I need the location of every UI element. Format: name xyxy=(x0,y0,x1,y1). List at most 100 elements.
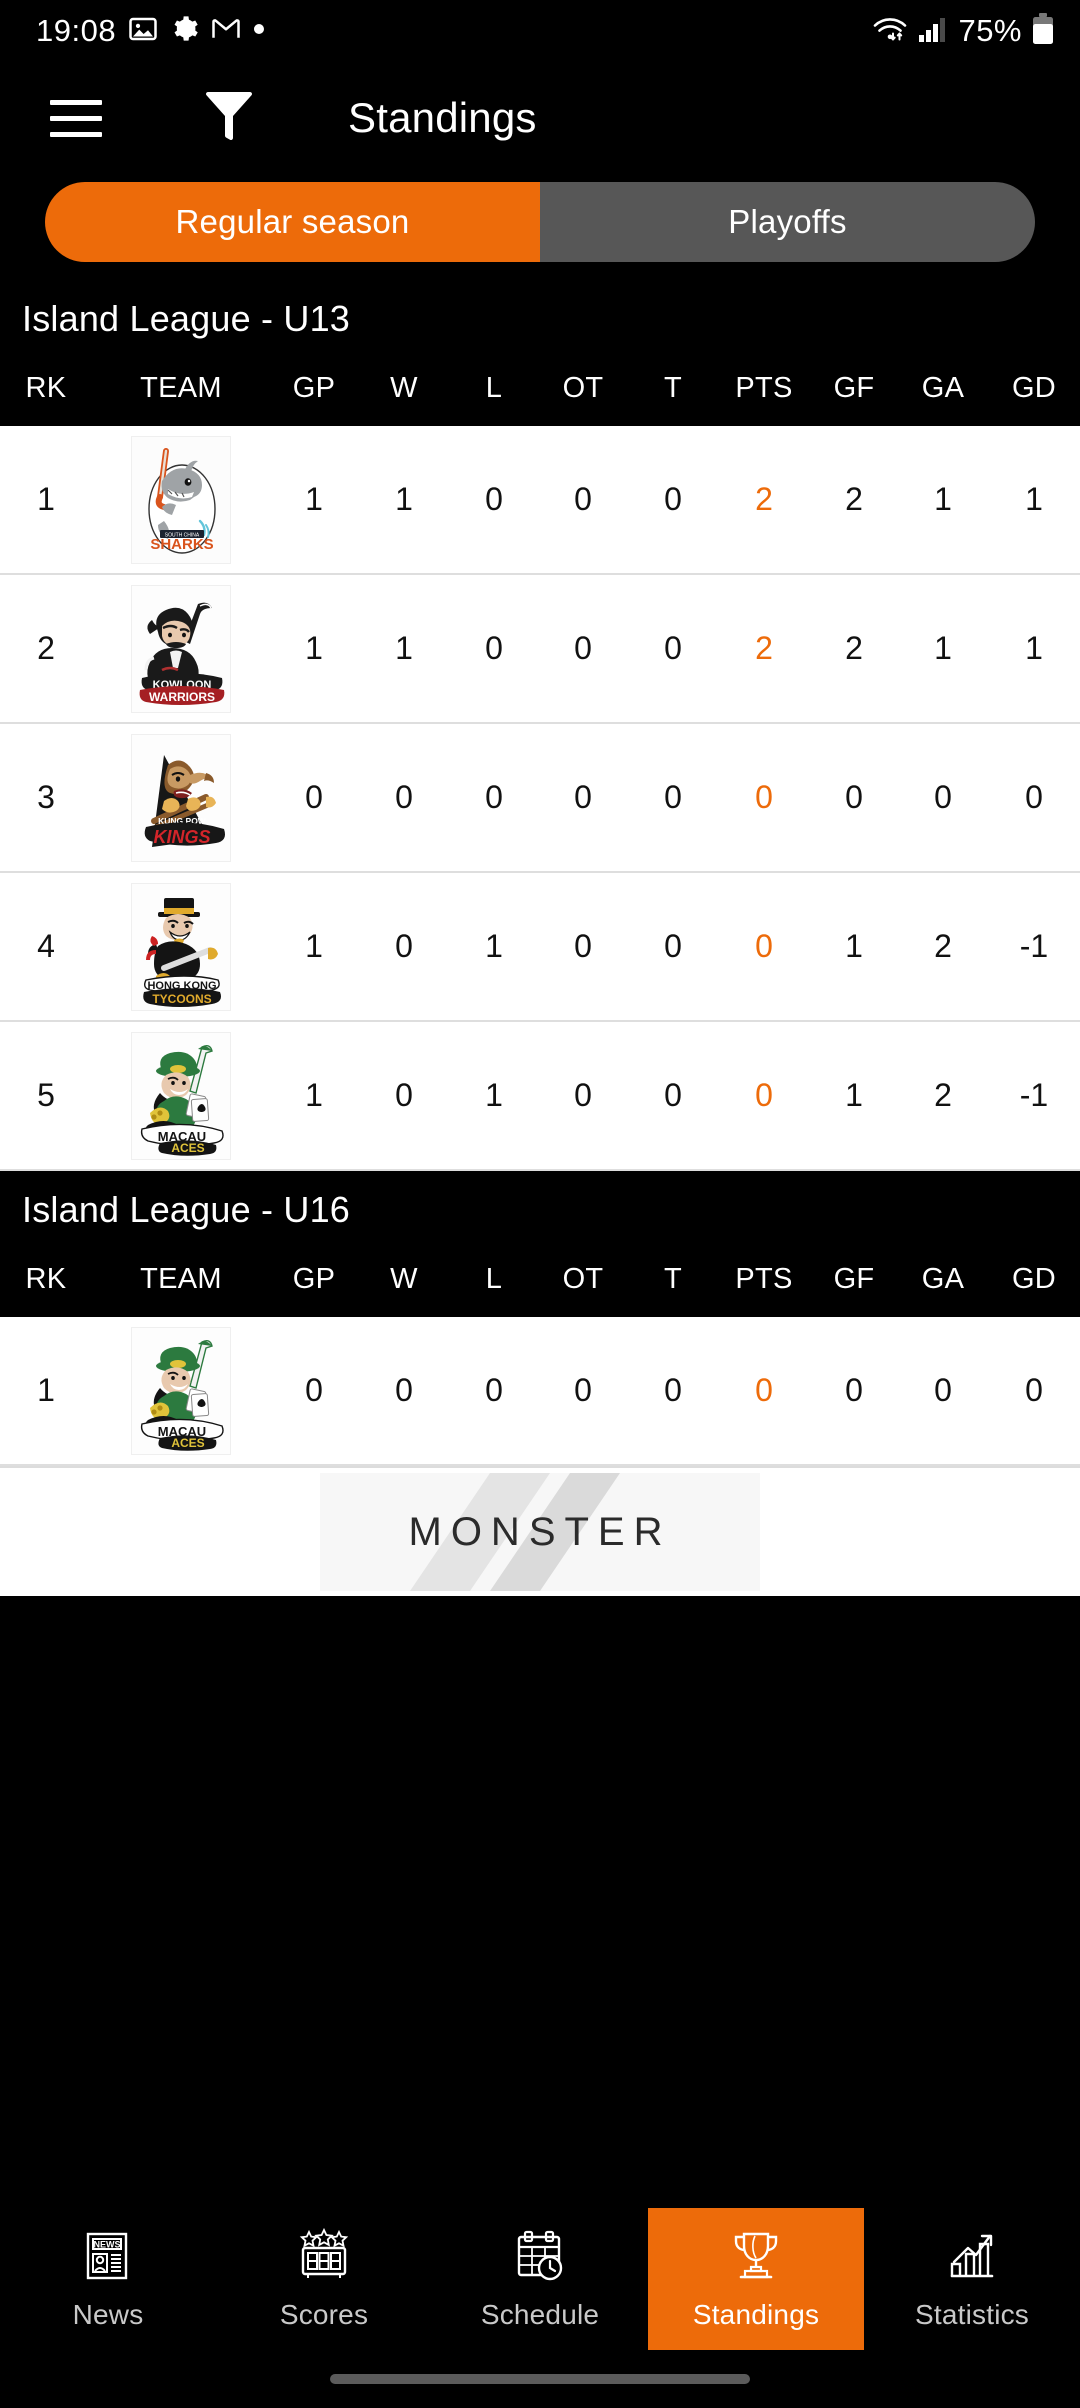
nav-label-news: News xyxy=(72,2298,144,2330)
row-gd: 1 xyxy=(1025,630,1043,666)
row-w: 1 xyxy=(395,481,413,517)
column-header-t: T xyxy=(663,1262,682,1295)
row-gp: 1 xyxy=(305,630,323,666)
row-t: 0 xyxy=(664,779,682,815)
row-pts: 2 xyxy=(755,481,773,517)
column-header-ot: OT xyxy=(562,1262,604,1295)
row-w: 0 xyxy=(395,928,413,964)
funnel-filter-icon[interactable] xyxy=(202,88,256,149)
gesture-handle xyxy=(330,2374,750,2384)
nav-item-scores[interactable]: Scores xyxy=(216,2208,432,2350)
column-header-gf: GF xyxy=(833,371,875,404)
row-ot: 0 xyxy=(574,1372,592,1408)
row-l: 1 xyxy=(485,1077,503,1113)
column-header-l: L xyxy=(485,1262,503,1295)
row-ot: 0 xyxy=(574,481,592,517)
column-header-row: RK TEAM GP W L OT T PTS GF GA GD xyxy=(0,350,1080,426)
team-cell: SOUTH CHINA SHARKS xyxy=(92,435,270,564)
column-header-row: RK TEAM GP W L OT T PTS GF GA GD xyxy=(0,1241,1080,1317)
nav-label-schedule: Schedule xyxy=(480,2298,600,2330)
row-gd: 0 xyxy=(1025,1372,1043,1408)
wifi-icon xyxy=(872,14,908,49)
table-row[interactable]: 5 MACAU ACES 1 0 1 0 0 0 1 2 -1 xyxy=(0,1022,1080,1171)
row-l: 0 xyxy=(485,481,503,517)
page-title: Standings xyxy=(348,94,537,141)
bar-chart-icon xyxy=(944,2228,1000,2289)
battery-percent-label: 75% xyxy=(958,13,1022,48)
table-row[interactable]: 1 xyxy=(0,426,1080,575)
svg-text:NEWS: NEWS xyxy=(94,2239,121,2249)
tab-regular-season[interactable]: Regular season xyxy=(45,182,540,262)
row-gf: 0 xyxy=(845,1372,863,1408)
app-root: 19:08 75% Standings Regular season Playo… xyxy=(0,0,1080,2408)
row-gp: 0 xyxy=(305,1372,323,1408)
row-t: 0 xyxy=(664,1372,682,1408)
column-header-pts: PTS xyxy=(735,371,793,404)
row-gf: 1 xyxy=(845,1077,863,1113)
row-gd: 0 xyxy=(1025,779,1043,815)
table-row[interactable]: 2 KOWLOON WARRIORS 1 1 0 0 0 2 2 1 1 xyxy=(0,575,1080,724)
standings-rows-u13: 1 SOUTH CHINA SHARKS 1 1 0 0 0 2 2 1 1 2… xyxy=(0,426,1080,1171)
status-bar-right: 75% xyxy=(872,12,1054,50)
row-t: 0 xyxy=(664,630,682,666)
league-section-u13: Island League - U13 RK TEAM GP W L OT T … xyxy=(0,280,1080,426)
system-gesture-bar[interactable] xyxy=(0,2350,1080,2408)
column-header-w: W xyxy=(390,371,418,404)
column-header-ga: GA xyxy=(921,371,965,404)
row-w: 1 xyxy=(395,630,413,666)
svg-text:TYCOONS: TYCOONS xyxy=(152,992,211,1006)
row-l: 0 xyxy=(485,630,503,666)
gmail-icon xyxy=(211,14,241,49)
svg-text:ACES: ACES xyxy=(171,1141,204,1155)
nav-label-statistics: Statistics xyxy=(914,2298,1030,2330)
row-ga: 1 xyxy=(934,630,952,666)
nav-label-standings: Standings xyxy=(692,2298,820,2330)
league-title: Island League - U16 xyxy=(22,1189,351,1230)
row-gd: -1 xyxy=(1019,928,1049,964)
nav-item-news[interactable]: NEWS News xyxy=(0,2208,216,2350)
ad-brand-label: MONSTER xyxy=(408,1509,672,1554)
app-bar: Standings xyxy=(0,62,1080,174)
ad-container: MONSTER xyxy=(0,1466,1080,1596)
row-w: 0 xyxy=(395,1372,413,1408)
nav-item-standings[interactable]: Standings xyxy=(648,2208,864,2350)
season-type-switcher: Regular season Playoffs xyxy=(0,174,1080,280)
table-row[interactable]: 4 HONG KONG TYCOONS 1 0 1 0 0 0 1 2 -1 xyxy=(0,873,1080,1022)
macau-aces-logo: MACAU ACES xyxy=(131,1031,231,1160)
team-cell: MACAU ACES xyxy=(92,1326,270,1455)
kung-pow-kings-logo: KUNG POW KINGS xyxy=(131,733,231,862)
hong-kong-tycoons-logo: HONG KONG TYCOONS xyxy=(131,882,231,1011)
column-header-pts: PTS xyxy=(735,1262,793,1295)
nav-item-statistics[interactable]: Statistics xyxy=(864,2208,1080,2350)
team-cell: MACAU ACES xyxy=(92,1031,270,1160)
row-rank: 1 xyxy=(37,1372,55,1408)
monster-ad-banner[interactable]: MONSTER xyxy=(320,1473,760,1591)
notification-dot-icon xyxy=(253,22,265,40)
table-row[interactable]: 3 KUNG POW KINGS 0 0 0 0 0 0 0 0 0 xyxy=(0,724,1080,873)
nav-label-scores: Scores xyxy=(279,2298,369,2330)
nav-item-schedule[interactable]: Schedule xyxy=(432,2208,648,2350)
segmented-control: Regular season Playoffs xyxy=(45,182,1035,262)
svg-text:KINGS: KINGS xyxy=(153,827,210,847)
tab-playoffs[interactable]: Playoffs xyxy=(540,182,1035,262)
row-l: 0 xyxy=(485,1372,503,1408)
row-ot: 0 xyxy=(574,779,592,815)
team-cell: KOWLOON WARRIORS xyxy=(92,584,270,713)
row-ot: 0 xyxy=(574,928,592,964)
table-row[interactable]: 1 xyxy=(0,1317,1080,1466)
team-cell: HONG KONG TYCOONS xyxy=(92,882,270,1011)
row-pts: 0 xyxy=(755,928,773,964)
row-t: 0 xyxy=(664,1077,682,1113)
row-rank: 1 xyxy=(37,481,55,517)
hamburger-menu-icon[interactable] xyxy=(50,99,102,137)
row-w: 0 xyxy=(395,1077,413,1113)
row-pts: 0 xyxy=(755,1372,773,1408)
status-bar-left: 19:08 xyxy=(36,13,265,49)
svg-text:WARRIORS: WARRIORS xyxy=(149,690,215,704)
row-ot: 0 xyxy=(574,1077,592,1113)
row-gf: 2 xyxy=(845,481,863,517)
row-pts: 0 xyxy=(755,779,773,815)
hamburger-bar xyxy=(50,99,102,105)
column-header-team: TEAM xyxy=(140,371,222,404)
column-header-ot: OT xyxy=(562,371,604,404)
